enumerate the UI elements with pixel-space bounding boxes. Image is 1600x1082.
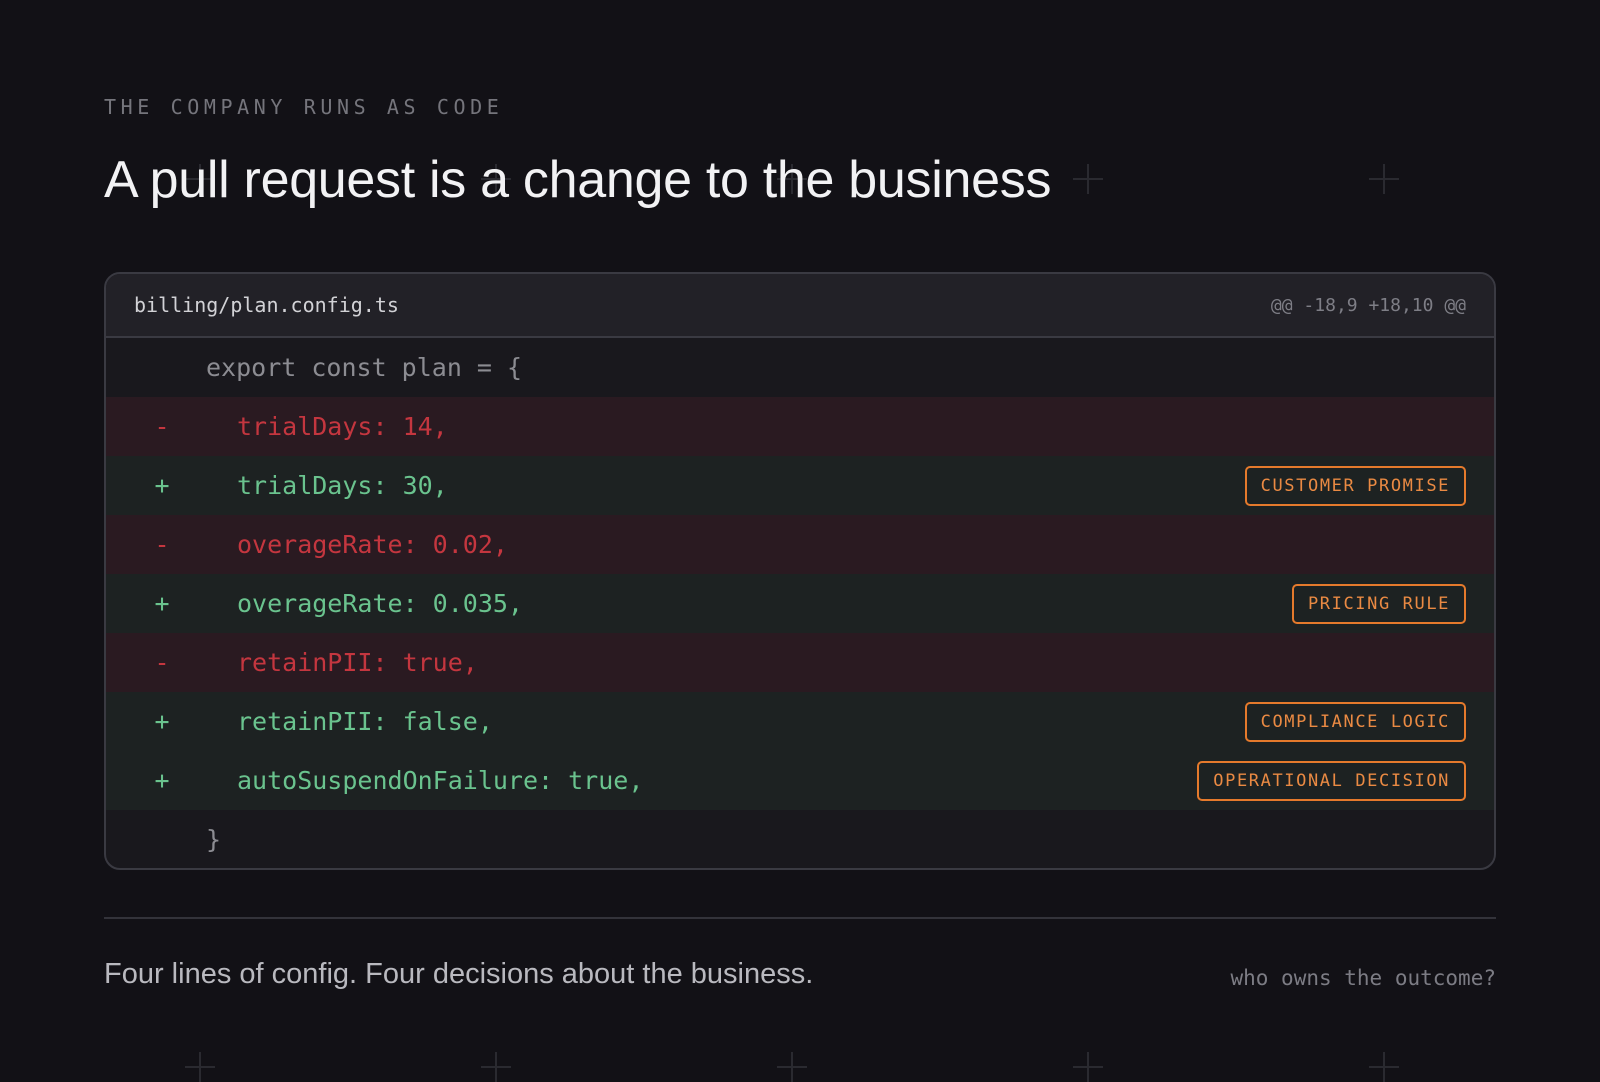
plus-icon — [777, 1052, 807, 1082]
eyebrow-label: THE COMPANY RUNS AS CODE — [104, 95, 504, 119]
diff-code: overageRate: 0.035, — [237, 589, 523, 618]
diff-code: retainPII: false, — [237, 707, 493, 736]
badge-pricing-rule: PRICING RULE — [1291, 583, 1466, 624]
badge-compliance-logic: COMPLIANCE LOGIC — [1244, 701, 1466, 742]
divider — [104, 917, 1496, 919]
minus-sign: - — [154, 648, 170, 677]
badge-operational-decision: OPERATIONAL DECISION — [1197, 760, 1466, 801]
diff-line-removed: - overageRate: 0.02, — [106, 515, 1494, 574]
diff-line-context: } — [106, 810, 1494, 868]
diff-line-added: + retainPII: false, COMPLIANCE LOGIC — [106, 692, 1494, 751]
plus-icon — [481, 1052, 511, 1082]
diff-line-context: export const plan = { — [106, 338, 1494, 397]
diff-header: billing/plan.config.ts @@ -18,9 +18,10 @… — [106, 274, 1494, 338]
diff-code: export const plan = { — [206, 353, 523, 382]
plus-icon — [1073, 1052, 1103, 1082]
diff-panel: billing/plan.config.ts @@ -18,9 +18,10 @… — [104, 272, 1496, 870]
diff-filename: billing/plan.config.ts — [134, 293, 399, 317]
plus-icon — [1369, 1052, 1399, 1082]
plus-icon — [185, 1052, 215, 1082]
diff-line-added: + overageRate: 0.035, PRICING RULE — [106, 574, 1494, 633]
minus-sign: - — [154, 530, 170, 559]
plus-icon — [1369, 164, 1399, 194]
plus-sign: + — [154, 589, 170, 618]
diff-code: overageRate: 0.02, — [237, 530, 508, 559]
badge-customer-promise: CUSTOMER PROMISE — [1244, 465, 1466, 506]
footer-question: who owns the outcome? — [1230, 966, 1496, 990]
diff-code: autoSuspendOnFailure: true, — [237, 766, 644, 795]
diff-code: trialDays: 14, — [237, 412, 448, 441]
diff-code: retainPII: true, — [237, 648, 478, 677]
page-title: A pull request is a change to the busine… — [104, 151, 1052, 209]
minus-sign: - — [154, 412, 170, 441]
plus-icon — [1073, 164, 1103, 194]
diff-code: } — [206, 825, 222, 854]
plus-sign: + — [154, 707, 170, 736]
plus-sign: + — [154, 471, 170, 500]
diff-line-added: + trialDays: 30, CUSTOMER PROMISE — [106, 456, 1494, 515]
diff-line-added: + autoSuspendOnFailure: true, OPERATIONA… — [106, 751, 1494, 810]
diff-line-removed: - trialDays: 14, — [106, 397, 1494, 456]
diff-code: trialDays: 30, — [237, 471, 448, 500]
plus-sign: + — [154, 766, 170, 795]
diff-hunk-header: @@ -18,9 +18,10 @@ — [1270, 294, 1466, 316]
footer-caption: Four lines of config. Four decisions abo… — [104, 958, 814, 990]
diff-line-removed: - retainPII: true, — [106, 633, 1494, 692]
